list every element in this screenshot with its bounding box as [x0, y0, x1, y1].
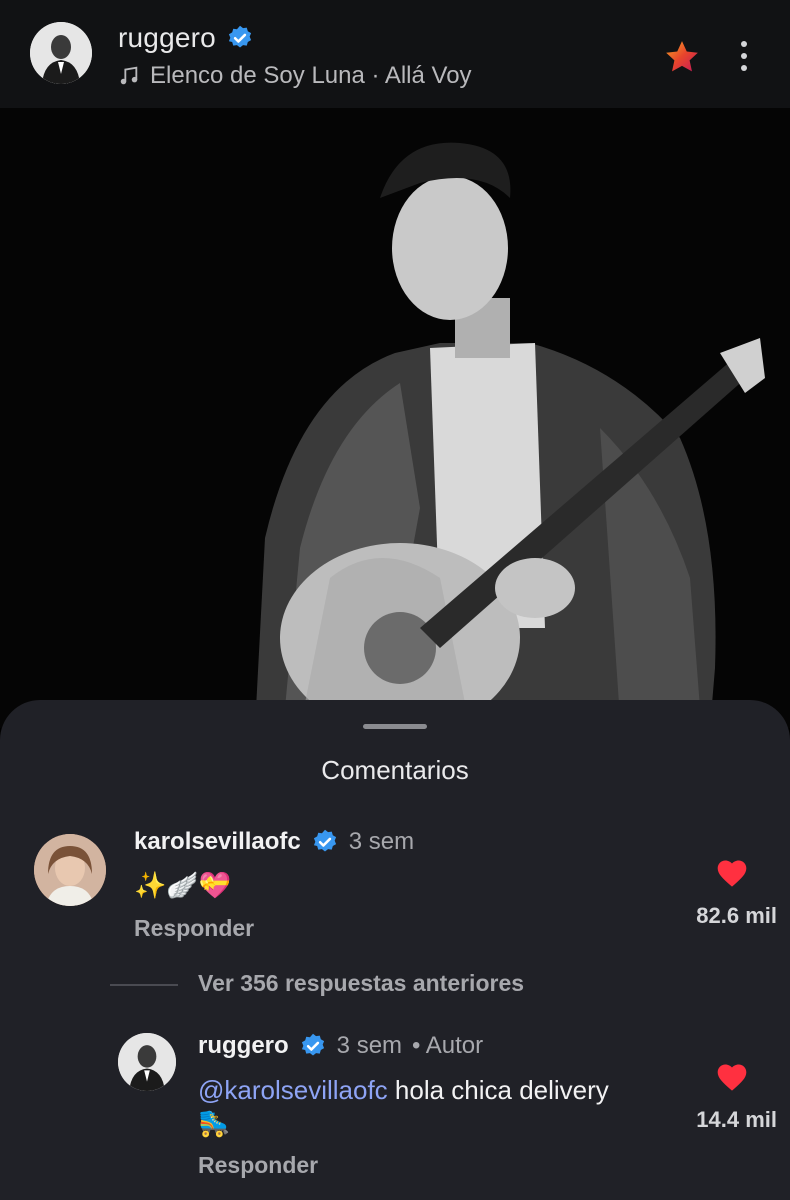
- like-count: 14.4 mil: [696, 1107, 777, 1132]
- post-image: [0, 108, 790, 728]
- reply-avatar[interactable]: [118, 1033, 176, 1091]
- comment-header: karolsevillaofc 3 sem: [134, 828, 414, 856]
- reply-text: @karolsevillaofc hola chica delivery: [198, 1075, 609, 1106]
- song-row[interactable]: Elenco de Soy Luna · Allá Voy: [118, 62, 472, 90]
- author-tag: • Autor: [412, 1032, 484, 1059]
- verified-badge-icon: [313, 829, 336, 852]
- verified-badge-icon: [228, 25, 252, 48]
- more-options-icon[interactable]: [735, 38, 753, 74]
- username-row[interactable]: ruggero: [118, 22, 254, 54]
- comment-username[interactable]: karolsevillaofc: [134, 828, 301, 856]
- favorite-star-icon[interactable]: [663, 38, 701, 76]
- reply-body: hola chica delivery: [387, 1075, 609, 1105]
- replies-divider: [110, 984, 178, 986]
- reply-button[interactable]: Responder: [134, 915, 254, 942]
- drag-handle[interactable]: [363, 724, 427, 729]
- reply-header: ruggero 3 sem • Autor: [198, 1032, 483, 1060]
- music-note-icon: [120, 66, 138, 85]
- view-more-replies-button[interactable]: Ver 356 respuestas anteriores: [198, 970, 524, 997]
- reply-button[interactable]: Responder: [198, 1152, 318, 1179]
- avatar[interactable]: [30, 22, 92, 84]
- like-count: 82.6 mil: [696, 903, 777, 928]
- comment-avatar[interactable]: [34, 834, 106, 906]
- comments-sheet: Comentarios karolsevillaofc 3 sem ✨🪽💝 Re…: [0, 700, 790, 1200]
- comment-time: 3 sem: [348, 828, 415, 855]
- comment-text: ✨🪽💝: [134, 870, 232, 900]
- heart-icon[interactable]: [715, 1062, 749, 1092]
- mention-link[interactable]: @karolsevillaofc: [198, 1075, 388, 1105]
- post-header: ruggero Elenco de Soy Luna · Allá Voy: [0, 0, 790, 108]
- username[interactable]: ruggero: [118, 22, 216, 54]
- heart-icon[interactable]: [715, 858, 749, 888]
- post-photo[interactable]: [0, 108, 790, 728]
- song-title[interactable]: Elenco de Soy Luna · Allá Voy: [150, 62, 472, 90]
- verified-badge-icon: [301, 1033, 324, 1056]
- reply-emoji: 🛼: [198, 1108, 231, 1138]
- reply-username[interactable]: ruggero: [198, 1032, 289, 1060]
- reply-time: 3 sem: [336, 1032, 403, 1059]
- sheet-title: Comentarios: [321, 755, 469, 785]
